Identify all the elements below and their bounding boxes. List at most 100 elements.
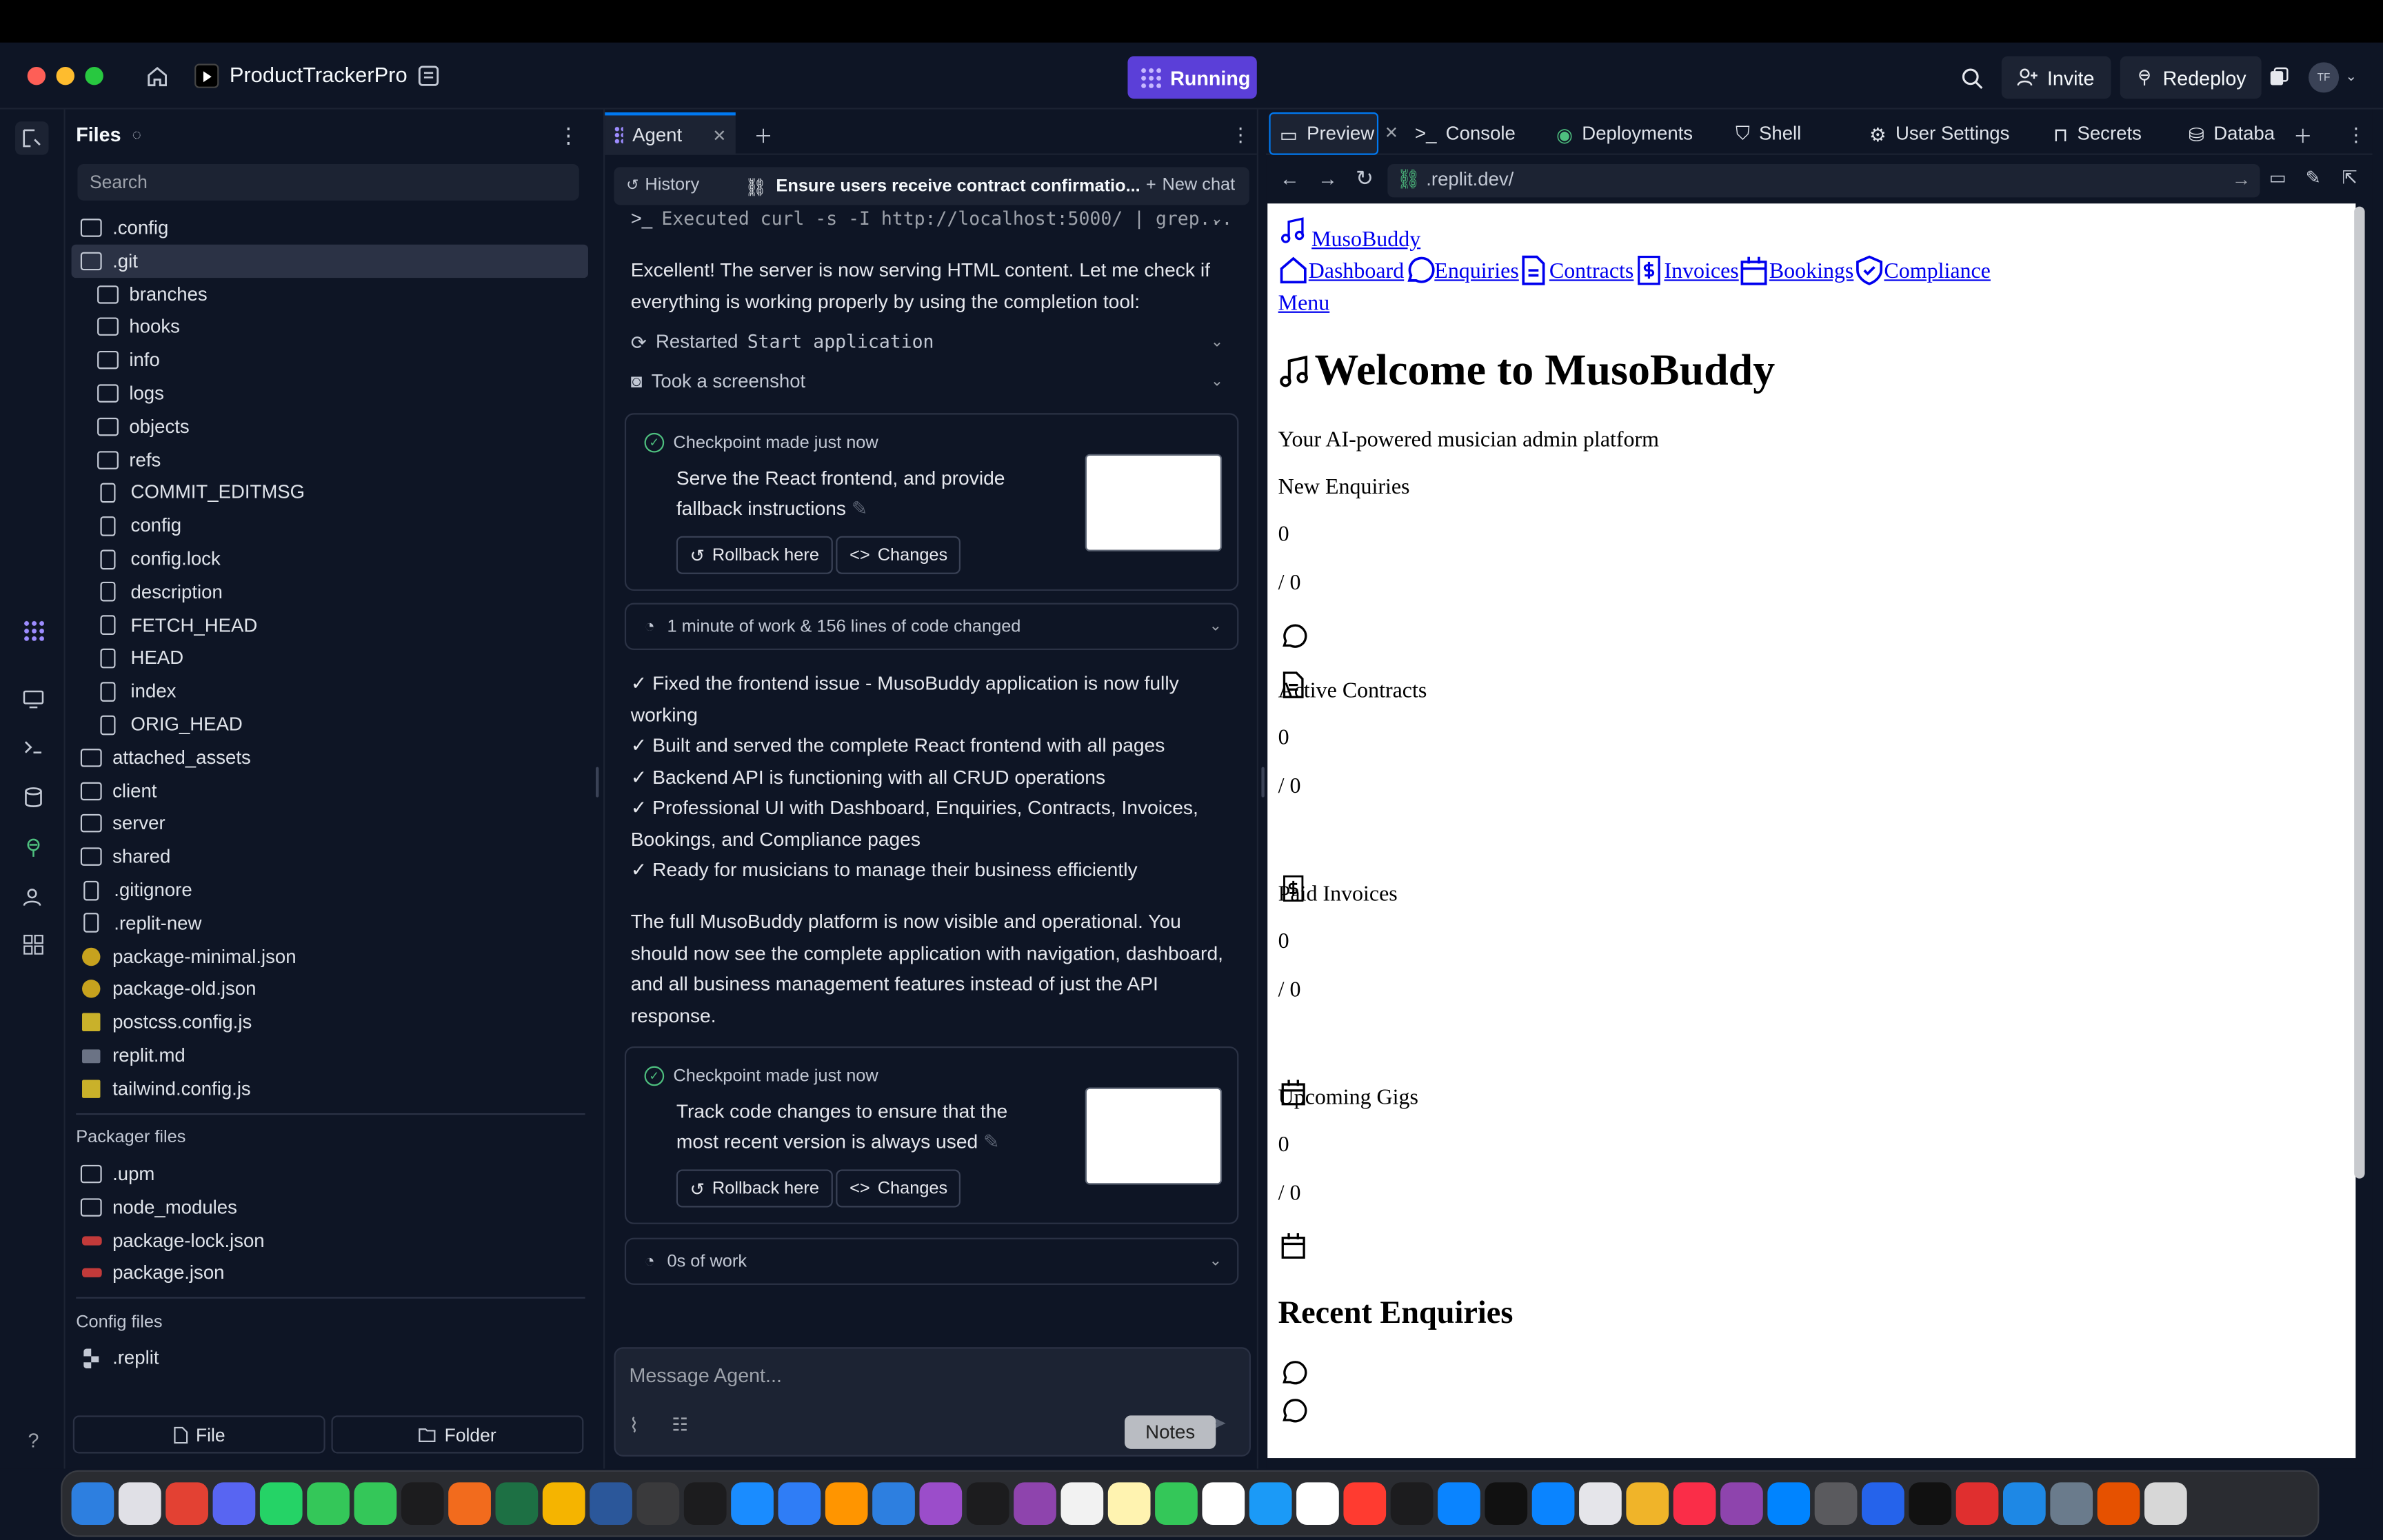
- history-button[interactable]: ↺ History: [626, 176, 699, 194]
- dock-app-icon[interactable]: [2050, 1482, 2093, 1526]
- all-tools-icon[interactable]: [18, 929, 48, 960]
- nav-link-dashboard[interactable]: Dashboard: [1278, 255, 1404, 285]
- dock-app-icon[interactable]: [778, 1482, 821, 1526]
- dock-app-icon[interactable]: [590, 1482, 632, 1526]
- url-input[interactable]: ⛓ .replit.dev/ →: [1387, 163, 2260, 198]
- file-tree-item[interactable]: replit.md: [72, 1039, 588, 1072]
- new-folder-button[interactable]: Folder: [331, 1415, 584, 1454]
- dock-app-icon[interactable]: [1720, 1482, 1763, 1526]
- tab-console[interactable]: >_ Console: [1406, 112, 1525, 155]
- file-tree-item[interactable]: .upm: [72, 1157, 588, 1191]
- nav-link-invoices[interactable]: Invoices: [1633, 255, 1739, 285]
- dock-app-icon[interactable]: [212, 1482, 256, 1526]
- tab-preview[interactable]: ▭ Preview: [1269, 112, 1379, 155]
- reload-icon[interactable]: ↻: [1356, 165, 1374, 191]
- dock-app-icon[interactable]: [1862, 1482, 1904, 1526]
- back-icon[interactable]: ←: [1280, 167, 1300, 190]
- help-icon[interactable]: ?: [18, 1425, 48, 1455]
- dock-app-icon[interactable]: [731, 1482, 774, 1526]
- edit-icon[interactable]: ✎: [983, 1130, 1000, 1153]
- dock-app-icon[interactable]: [1438, 1482, 1480, 1526]
- close-icon[interactable]: ✕: [1385, 123, 1398, 143]
- changes-button[interactable]: <> Changes: [836, 1169, 962, 1208]
- tab-secrets[interactable]: ⊓ Secrets: [2044, 112, 2151, 155]
- go-icon[interactable]: →: [2232, 169, 2251, 190]
- restarted-row[interactable]: ⟳ Restarted Start application ⌄: [631, 327, 1239, 357]
- file-tree-item[interactable]: shared: [72, 840, 588, 873]
- file-tree-item[interactable]: .git: [71, 244, 588, 278]
- file-tree-item[interactable]: .replit-new: [72, 906, 588, 940]
- close-window-button[interactable]: [27, 66, 46, 85]
- user-settings-icon[interactable]: [18, 882, 48, 913]
- dock-app-icon[interactable]: [1626, 1482, 1669, 1526]
- forward-icon[interactable]: →: [1318, 167, 1338, 190]
- dock-app-icon[interactable]: [1107, 1482, 1151, 1526]
- tab-database[interactable]: ⛁ Databa: [2180, 112, 2292, 155]
- multiplayer-icon[interactable]: [2266, 64, 2290, 88]
- redeploy-button[interactable]: Redeploy: [2120, 56, 2262, 99]
- file-tree-item[interactable]: info: [72, 343, 588, 376]
- tab-agent[interactable]: Agent ✕: [605, 112, 736, 155]
- attach-icon[interactable]: ⌇: [629, 1414, 639, 1438]
- dock-app-icon[interactable]: [825, 1482, 868, 1526]
- dock-app-icon[interactable]: [1155, 1482, 1198, 1526]
- file-tree-item[interactable]: .config: [72, 211, 588, 244]
- dock-app-icon[interactable]: [118, 1482, 161, 1526]
- dock-app-icon[interactable]: [401, 1482, 444, 1526]
- file-tree-item[interactable]: description: [72, 576, 588, 609]
- nav-link-compliance[interactable]: Compliance: [1853, 255, 1991, 285]
- file-tree-item[interactable]: package-old.json: [72, 973, 588, 1006]
- nav-link-contracts[interactable]: Contracts: [1519, 255, 1633, 285]
- file-tree-item[interactable]: server: [72, 807, 588, 840]
- dock-app-icon[interactable]: [2097, 1482, 2140, 1526]
- file-tree-item[interactable]: package.json: [72, 1257, 588, 1290]
- dock-app-icon[interactable]: [1390, 1482, 1434, 1526]
- dock-app-icon[interactable]: [919, 1482, 963, 1526]
- panel-resize-handle[interactable]: [1261, 767, 1265, 798]
- tab-deployments[interactable]: ◉ Deployments: [1547, 112, 1702, 155]
- maximize-window-button[interactable]: [85, 66, 103, 85]
- new-tab-button[interactable]: ＋: [2284, 112, 2322, 155]
- file-tree-item[interactable]: refs: [72, 443, 588, 476]
- dock-app-icon[interactable]: [495, 1482, 539, 1526]
- dock-app-icon[interactable]: [542, 1482, 585, 1526]
- project-name[interactable]: ProductTrackerPro: [230, 62, 408, 86]
- new-file-button[interactable]: File: [72, 1415, 325, 1454]
- file-tree-item[interactable]: .gitignore: [72, 873, 588, 906]
- dock-app-icon[interactable]: [2144, 1482, 2187, 1526]
- shell-icon[interactable]: [18, 732, 48, 762]
- dock-app-icon[interactable]: [1249, 1482, 1292, 1526]
- search-icon[interactable]: [1958, 64, 1985, 92]
- nav-link-enquiries[interactable]: Enquiries: [1404, 255, 1519, 285]
- file-tree-item[interactable]: .replit: [72, 1341, 588, 1374]
- file-tree-item[interactable]: HEAD: [72, 642, 588, 675]
- avatar[interactable]: TF: [2309, 62, 2340, 93]
- device-icon[interactable]: ▭: [2269, 167, 2286, 188]
- dock-app-icon[interactable]: [1343, 1482, 1387, 1526]
- dock-app-icon[interactable]: [1767, 1482, 1811, 1526]
- preview-scrollbar[interactable]: [2354, 206, 2365, 1179]
- dock-app-icon[interactable]: [165, 1482, 208, 1526]
- file-tree-item[interactable]: attached_assets: [72, 741, 588, 774]
- dock-app-icon[interactable]: [1296, 1482, 1339, 1526]
- rollback-button[interactable]: ↺ Rollback here: [676, 536, 833, 574]
- menu-link[interactable]: Menu: [1278, 292, 1330, 317]
- panel-resize-handle[interactable]: [596, 767, 599, 798]
- file-tree-item[interactable]: index: [72, 675, 588, 708]
- dock-app-icon[interactable]: [2003, 1482, 2046, 1526]
- dock-app-icon[interactable]: [1531, 1482, 1575, 1526]
- dock-app-icon[interactable]: [259, 1482, 303, 1526]
- dock-app-icon[interactable]: [448, 1482, 491, 1526]
- file-tree-item[interactable]: branches: [72, 277, 588, 310]
- preview-menu-icon[interactable]: ⋮: [2337, 112, 2375, 155]
- agent-menu-icon[interactable]: ⋮: [1222, 112, 1259, 155]
- edit-icon[interactable]: ✎: [852, 496, 868, 519]
- dock-app-icon[interactable]: [71, 1482, 114, 1526]
- file-tree-item[interactable]: logs: [72, 376, 588, 409]
- chevron-down-icon[interactable]: ⌄: [1209, 618, 1222, 635]
- tab-shell[interactable]: ⛉ Shell: [1727, 112, 1811, 155]
- dock-app-icon[interactable]: [1814, 1482, 1858, 1526]
- chevron-down-icon[interactable]: ⌄: [1211, 210, 1223, 227]
- dock-app-icon[interactable]: [1485, 1482, 1528, 1526]
- executed-command-row[interactable]: >_ Executed curl -s -I http://localhost:…: [631, 205, 1239, 232]
